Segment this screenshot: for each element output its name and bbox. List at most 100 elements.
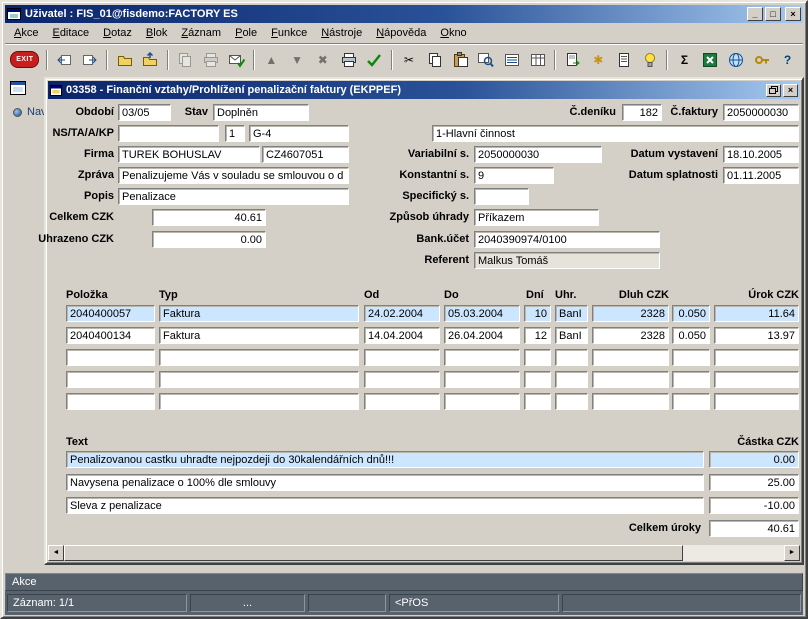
item-do-cell[interactable] — [444, 349, 520, 366]
maximize-button[interactable]: □ — [765, 7, 781, 21]
exit-button[interactable]: EXIT — [8, 48, 42, 72]
uhrazeno-czk-field[interactable] — [152, 231, 266, 248]
item-od-cell[interactable] — [364, 327, 440, 344]
item-typ-cell[interactable] — [159, 327, 359, 344]
item-uhr-cell[interactable] — [555, 393, 588, 410]
item-polozka-cell[interactable] — [66, 327, 155, 344]
celkem-czk-field[interactable] — [152, 209, 266, 226]
popis-field[interactable] — [118, 188, 349, 205]
send-mail-button[interactable] — [224, 48, 249, 72]
sort-off-button[interactable]: ✖ — [310, 48, 335, 72]
cdeniku-field[interactable] — [622, 104, 662, 121]
item-do-cell[interactable] — [444, 327, 520, 344]
item-dluh-cell[interactable] — [592, 371, 669, 388]
item-do-cell[interactable] — [444, 305, 520, 322]
item-dni-cell[interactable] — [524, 327, 551, 344]
text-row-amount[interactable] — [709, 474, 799, 491]
sort-asc-button[interactable]: ▲ — [259, 48, 284, 72]
copy-record-button[interactable] — [173, 48, 198, 72]
window-next-button[interactable] — [77, 48, 102, 72]
confirm-button[interactable] — [362, 48, 387, 72]
referent-field[interactable] — [474, 252, 660, 269]
item-dni-cell[interactable] — [524, 305, 551, 322]
menu-okno[interactable]: Okno — [433, 24, 473, 42]
item-typ-cell[interactable] — [159, 305, 359, 322]
navigator-window-icon[interactable] — [10, 81, 26, 95]
item-polozka-cell[interactable] — [66, 305, 155, 322]
item-typ-cell[interactable] — [159, 349, 359, 366]
scrollbar-thumb[interactable] — [64, 545, 683, 561]
item-urok-cell[interactable] — [714, 305, 799, 322]
ta-field[interactable] — [225, 125, 245, 142]
firma-field[interactable] — [118, 146, 260, 163]
text-row-amount[interactable] — [709, 451, 799, 468]
item-urok-cell[interactable] — [714, 349, 799, 366]
dic-field[interactable] — [262, 146, 349, 163]
form-close-button[interactable]: × — [783, 84, 798, 97]
zprava-field[interactable] — [118, 167, 349, 184]
excel-export-button[interactable] — [698, 48, 723, 72]
item-dluh-cell[interactable] — [592, 393, 669, 410]
item-od-cell[interactable] — [364, 371, 440, 388]
menu-editace[interactable]: Editace — [45, 24, 96, 42]
minimize-button[interactable]: _ — [747, 7, 763, 21]
item-uhr-cell[interactable] — [555, 371, 588, 388]
item-polozka-cell[interactable] — [66, 349, 155, 366]
form-restore-button[interactable] — [766, 84, 781, 97]
detail-list-button[interactable] — [500, 48, 525, 72]
menu-zaznam[interactable]: Záznam — [174, 24, 228, 42]
print-preview-button[interactable] — [198, 48, 223, 72]
paste-button[interactable] — [448, 48, 473, 72]
item-od-cell[interactable] — [364, 349, 440, 366]
variabilni-field[interactable] — [474, 146, 602, 163]
menu-pole[interactable]: Pole — [228, 24, 264, 42]
nav-tree-item[interactable]: Nav — [13, 106, 47, 118]
menu-akce[interactable]: Akce — [7, 24, 45, 42]
text-row-amount[interactable] — [709, 497, 799, 514]
text-row-field[interactable] — [66, 497, 704, 514]
ns-field[interactable] — [118, 125, 219, 142]
scroll-left-button[interactable]: ◄ — [48, 545, 64, 561]
menu-blok[interactable]: Blok — [139, 24, 174, 42]
folder-open-button[interactable] — [112, 48, 137, 72]
menu-funkce[interactable]: Funkce — [264, 24, 314, 42]
item-typ-cell[interactable] — [159, 393, 359, 410]
datum-splatnosti-field[interactable] — [723, 167, 799, 184]
key-button[interactable] — [749, 48, 774, 72]
sort-desc-button[interactable]: ▼ — [285, 48, 310, 72]
item-dni-cell[interactable] — [524, 393, 551, 410]
menu-napoveda[interactable]: Nápověda — [369, 24, 433, 42]
datum-vystaveni-field[interactable] — [723, 146, 799, 163]
item-uhr-cell[interactable] — [555, 327, 588, 344]
sum-button[interactable]: Σ — [672, 48, 697, 72]
text-row-field[interactable] — [66, 474, 704, 491]
item-polozka-cell[interactable] — [66, 371, 155, 388]
scroll-right-button[interactable]: ► — [784, 545, 800, 561]
item-sazba-cell[interactable] — [672, 305, 710, 322]
item-dni-cell[interactable] — [524, 349, 551, 366]
item-polozka-cell[interactable] — [66, 393, 155, 410]
item-urok-cell[interactable] — [714, 327, 799, 344]
item-od-cell[interactable] — [364, 305, 440, 322]
item-sazba-cell[interactable] — [672, 371, 710, 388]
horizontal-scrollbar[interactable]: ◄ ► — [48, 545, 800, 561]
item-urok-cell[interactable] — [714, 371, 799, 388]
text-row-field[interactable] — [66, 451, 704, 468]
menu-nastroje[interactable]: Nástroje — [314, 24, 369, 42]
obdobi-field[interactable] — [118, 104, 171, 121]
cinnost-field[interactable] — [432, 125, 799, 142]
bank-ucet-field[interactable] — [474, 231, 660, 248]
menu-dotaz[interactable]: Dotaz — [96, 24, 139, 42]
celkem-uroky-field[interactable] — [709, 520, 799, 537]
item-sazba-cell[interactable] — [672, 393, 710, 410]
window-prev-button[interactable] — [52, 48, 77, 72]
item-dni-cell[interactable] — [524, 371, 551, 388]
item-od-cell[interactable] — [364, 393, 440, 410]
cfaktury-field[interactable] — [723, 104, 799, 121]
item-do-cell[interactable] — [444, 371, 520, 388]
item-dluh-cell[interactable] — [592, 349, 669, 366]
cut-button[interactable]: ✂ — [397, 48, 422, 72]
favorites-button[interactable]: ✱ — [586, 48, 611, 72]
copy-button[interactable] — [422, 48, 447, 72]
item-sazba-cell[interactable] — [672, 327, 710, 344]
